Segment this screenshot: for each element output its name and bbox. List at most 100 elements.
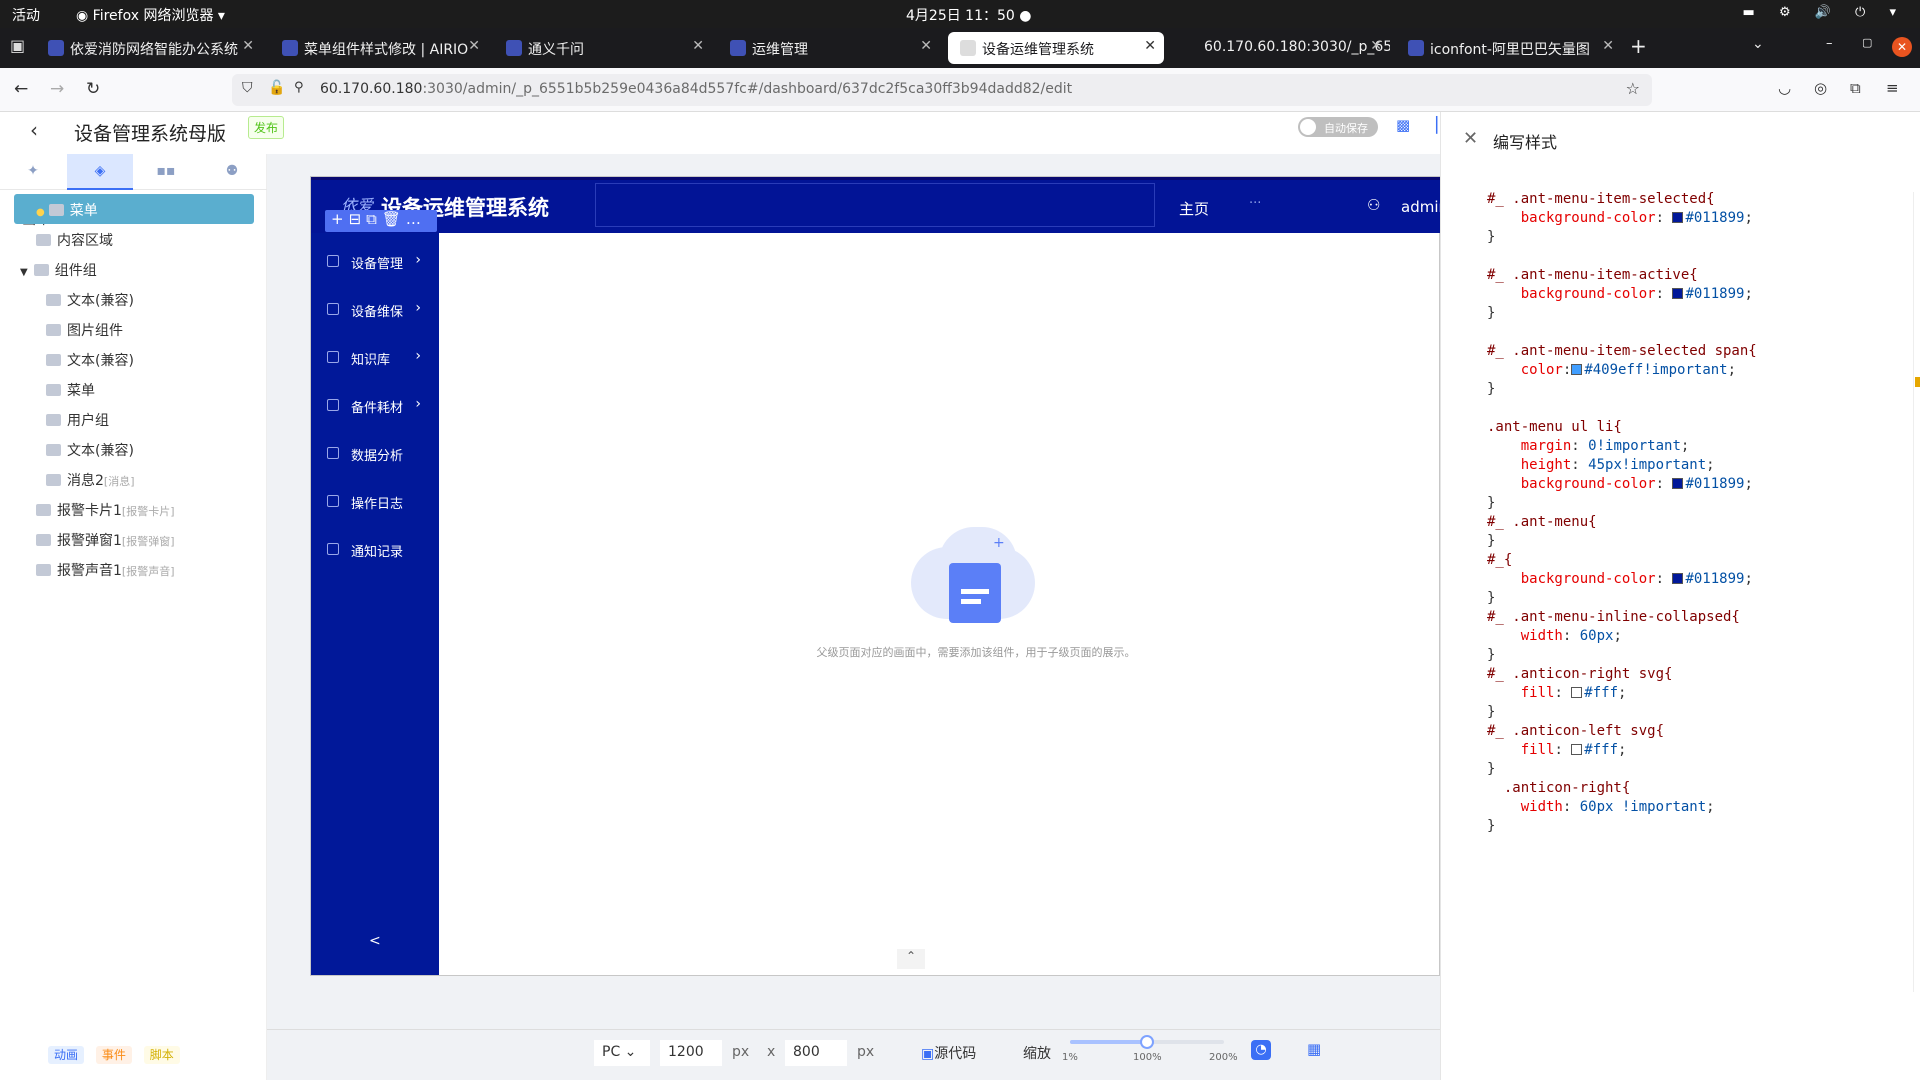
page-frame[interactable]: 依爱 设备运维管理系统 主页 ··· ⚇ admin +⊟⧉🗑… 设备管理 › 设备… [310, 176, 1448, 976]
add-icon[interactable]: + [331, 210, 349, 228]
color-swatch[interactable] [1672, 478, 1684, 489]
color-swatch[interactable] [1672, 212, 1684, 223]
close-tab-icon[interactable]: ✕ [1602, 38, 1614, 54]
browser-tab[interactable]: 运维管理 ✕ [718, 32, 940, 64]
close-tab-icon[interactable]: ✕ [920, 38, 932, 54]
side-menu-item[interactable]: 通知记录 [311, 527, 439, 575]
close-tab-icon[interactable]: ✕ [1370, 38, 1382, 54]
empty-illustration: + [911, 527, 1039, 627]
tree-item[interactable]: 图片组件 [46, 320, 123, 346]
publish-badge[interactable]: 发布 [248, 116, 285, 139]
autosave-toggle[interactable]: 自动保存 [1298, 117, 1378, 137]
browser-tab[interactable]: 菜单组件样式修改 | AIRIO ✕ [270, 32, 488, 64]
user-icon[interactable]: ⚇ [1367, 196, 1380, 214]
url-bar[interactable]: ⛉ 🔓 ⚲ 60.170.60.180:3030/admin/_p_6551b5… [232, 74, 1652, 106]
close-tab-icon[interactable]: ✕ [242, 38, 254, 54]
chevron-up-icon[interactable]: ⌃ [897, 949, 925, 969]
close-window-button[interactable]: ✕ [1892, 37, 1912, 57]
nav-more[interactable]: ··· [1249, 196, 1261, 211]
tree-item[interactable]: 报警声音1[报警声音] [36, 560, 175, 586]
tree-item[interactable]: 文本(兼容) [46, 440, 134, 466]
close-tab-icon[interactable]: ✕ [468, 38, 480, 54]
insecure-lock-icon[interactable]: 🔓 [268, 80, 285, 96]
browser-tab[interactable]: 60.170.60.180:3030/_p_655 ✕ [1170, 32, 1390, 64]
tree-item[interactable]: 菜单 [46, 380, 95, 406]
tab-groups[interactable]: ▪▪ [133, 154, 199, 190]
color-swatch[interactable] [1571, 744, 1583, 755]
clock[interactable]: 4月25日 11：50 ● [906, 5, 1031, 25]
copy-icon[interactable]: ⧉ [366, 210, 382, 228]
color-swatch[interactable] [1672, 573, 1684, 584]
back-arrow-icon[interactable]: ‹ [30, 118, 38, 142]
extensions-icon[interactable]: ⧉ [1850, 79, 1861, 97]
collapse-icon[interactable]: < [369, 933, 381, 949]
grid-toggle-icon[interactable]: ▦ [1307, 1040, 1321, 1058]
activities-button[interactable]: 活动 [12, 5, 40, 25]
delete-icon[interactable]: 🗑 [382, 210, 406, 228]
close-icon[interactable]: ✕ [1463, 128, 1478, 149]
width-input[interactable]: 1200 [660, 1040, 722, 1066]
tree-item[interactable]: 内容区域 [36, 230, 113, 256]
device-select[interactable]: PC ⌄ [594, 1040, 650, 1066]
new-tab-button[interactable]: + [1630, 34, 1647, 58]
tree-item[interactable]: 消息2[消息] [46, 470, 135, 496]
script-tag[interactable]: 脚本 [143, 1046, 180, 1064]
tree-item[interactable]: 报警卡片1[报警卡片] [36, 500, 175, 526]
caret-down-icon[interactable]: ▼ [20, 267, 28, 278]
back-button[interactable]: ← [14, 79, 28, 99]
app-menu[interactable]: ◉ Firefox 网络浏览器 ▾ [76, 5, 225, 25]
close-tab-icon[interactable]: ✕ [692, 38, 704, 54]
nav-home[interactable]: 主页 [1179, 198, 1209, 219]
minimize-button[interactable]: – [1826, 36, 1833, 51]
side-menu-item[interactable]: 知识库 › [311, 335, 439, 383]
list-tabs-button[interactable]: ⌄ [1752, 36, 1764, 52]
pocket-icon[interactable]: ◡ [1778, 79, 1791, 97]
tree-item[interactable]: 用户组 [46, 410, 109, 436]
forward-button[interactable]: → [50, 79, 64, 99]
tree-item[interactable]: ▼ 组件组 [20, 260, 97, 286]
maximize-button[interactable]: ▢ [1862, 36, 1872, 49]
reload-button[interactable]: ↻ [86, 79, 100, 99]
zoom-slider-handle[interactable] [1140, 1035, 1154, 1049]
project-title: 设备管理系统母版 [74, 123, 227, 145]
browser-tab[interactable]: 设备运维管理系统 ✕ [948, 32, 1164, 64]
permissions-icon[interactable]: ⚲ [294, 80, 304, 95]
fit-zoom-icon[interactable]: ◔ [1251, 1040, 1271, 1060]
color-swatch[interactable] [1571, 364, 1583, 375]
firefox-view-icon[interactable]: ▣ [10, 36, 25, 55]
tree-item[interactable]: 文本(兼容) [46, 350, 134, 376]
account-icon[interactable]: ◎ [1814, 79, 1827, 97]
bookmark-star-icon[interactable]: ☆ [1626, 79, 1640, 98]
source-code-button[interactable]: ▣源代码 [921, 1043, 976, 1063]
url-text: 60.170.60.180:3030/admin/_p_6551b5b259e0… [320, 81, 1072, 97]
more-icon[interactable]: … [406, 210, 426, 228]
system-tray[interactable]: ▬ ⚙ 🔊 ⏻ ▾ [1743, 5, 1906, 20]
browser-tab[interactable]: iconfont-阿里巴巴矢量图 ✕ [1396, 32, 1622, 64]
side-menu-item[interactable]: 设备维保 › [311, 287, 439, 335]
event-tag[interactable]: 事件 [95, 1046, 132, 1064]
shield-icon[interactable]: ⛉ [242, 80, 253, 96]
tree-item[interactable]: 文本(兼容) [46, 290, 134, 316]
animation-tag[interactable]: 动画 [48, 1046, 85, 1064]
editor-scrollbar[interactable] [1913, 192, 1920, 992]
browser-tab[interactable]: 通义千问 ✕ [494, 32, 712, 64]
color-swatch[interactable] [1571, 687, 1583, 698]
layout-icon[interactable]: ⊟ [349, 210, 367, 228]
tab-components[interactable]: ✦ [0, 154, 66, 190]
side-menu-item[interactable]: 操作日志 [311, 479, 439, 527]
zoom-slider[interactable] [1070, 1035, 1224, 1049]
height-input[interactable]: 800 [785, 1040, 847, 1066]
side-menu-item[interactable]: 数据分析 [311, 431, 439, 479]
tab-users[interactable]: ⚉ [199, 154, 265, 190]
tree-item[interactable]: ● 菜单 [36, 200, 98, 226]
side-menu-item[interactable]: 设备管理 › [311, 239, 439, 287]
tab-layers[interactable]: ◈ [67, 154, 133, 190]
css-code-editor[interactable]: #_ .ant-menu-item-selected{ background-c… [1487, 190, 1907, 836]
side-menu-item[interactable]: 备件耗材 › [311, 383, 439, 431]
close-tab-icon[interactable]: ✕ [1144, 38, 1156, 54]
browser-tab[interactable]: 依爱消防网络智能办公系统 ✕ [36, 32, 262, 64]
tree-item[interactable]: 报警弹窗1[报警弹窗] [36, 530, 175, 556]
color-swatch[interactable] [1672, 288, 1684, 299]
preview-icon[interactable]: ▩ [1396, 116, 1410, 134]
menu-icon[interactable]: ≡ [1886, 79, 1899, 97]
